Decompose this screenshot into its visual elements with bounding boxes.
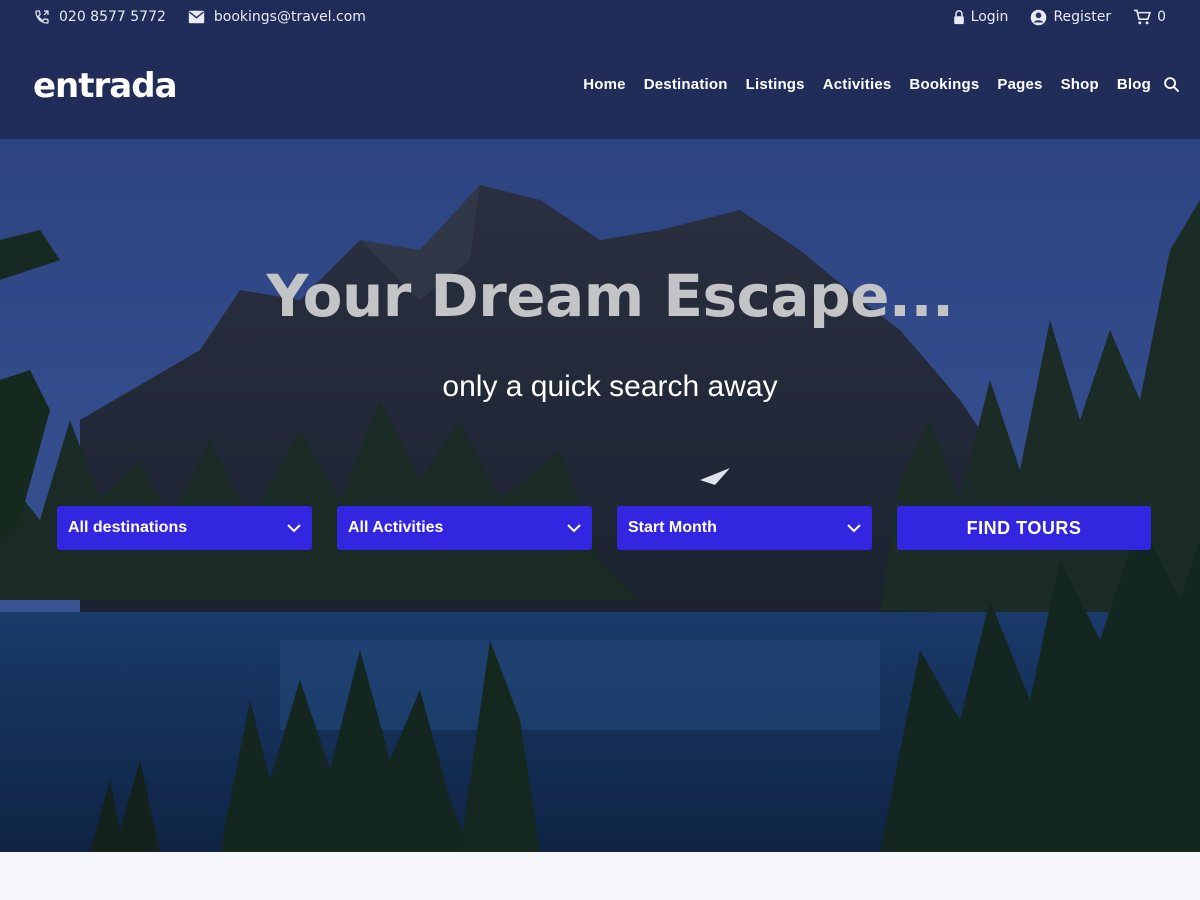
search-toggle[interactable] bbox=[1163, 76, 1180, 93]
hero-subheadline: only a quick search away bbox=[442, 370, 778, 403]
email-address: bookings@travel.com bbox=[213, 9, 366, 25]
destination-value: All destinations bbox=[68, 519, 188, 536]
month-value: Start Month bbox=[628, 519, 717, 536]
hero-section: 020 8577 5772 bookings@travel.com Login bbox=[0, 0, 1200, 852]
brand-logo[interactable]: entrada bbox=[33, 66, 178, 106]
register-link[interactable]: Register bbox=[1030, 9, 1111, 26]
destination-select[interactable]: All destinations bbox=[57, 506, 312, 550]
login-label: Login bbox=[970, 9, 1009, 25]
nav-item-listings[interactable]: Listings bbox=[746, 76, 805, 93]
chevron-down-icon bbox=[847, 523, 861, 532]
main-navigation: Home Destination Listings Activities Boo… bbox=[583, 76, 1180, 93]
hero-headline: Your Dream Escape... bbox=[266, 262, 954, 330]
search-icon bbox=[1164, 77, 1180, 93]
nav-item-activities[interactable]: Activities bbox=[823, 76, 892, 93]
page-content-start bbox=[0, 852, 1200, 900]
nav-item-blog[interactable]: Blog bbox=[1117, 76, 1151, 93]
nav-item-bookings[interactable]: Bookings bbox=[909, 76, 979, 93]
login-link[interactable]: Login bbox=[953, 9, 1009, 25]
mail-icon bbox=[188, 10, 205, 24]
tour-search-form: All destinations All Activities Start Mo… bbox=[57, 506, 1151, 550]
chevron-down-icon bbox=[567, 523, 581, 532]
cart-icon bbox=[1134, 9, 1152, 25]
phone-icon bbox=[35, 10, 49, 24]
header-navbar: 020 8577 5772 bookings@travel.com Login bbox=[0, 0, 1200, 139]
activity-value: All Activities bbox=[348, 519, 444, 536]
user-icon bbox=[1031, 9, 1047, 25]
phone-number: 020 8577 5772 bbox=[59, 9, 166, 25]
register-label: Register bbox=[1053, 9, 1112, 25]
activity-select[interactable]: All Activities bbox=[337, 506, 592, 550]
cart-count: 0 bbox=[1157, 9, 1166, 25]
lock-icon bbox=[953, 9, 964, 24]
top-bar: 020 8577 5772 bookings@travel.com Login bbox=[0, 0, 1200, 34]
month-select[interactable]: Start Month bbox=[617, 506, 872, 550]
find-tours-button[interactable]: FIND TOURS bbox=[897, 506, 1151, 550]
nav-item-shop[interactable]: Shop bbox=[1061, 76, 1099, 93]
nav-item-destination[interactable]: Destination bbox=[644, 76, 728, 93]
nav-item-pages[interactable]: Pages bbox=[997, 76, 1042, 93]
chevron-down-icon bbox=[287, 523, 301, 532]
nav-item-home[interactable]: Home bbox=[583, 76, 625, 93]
cart-link[interactable]: 0 bbox=[1133, 9, 1166, 25]
phone-contact[interactable]: 020 8577 5772 bbox=[34, 9, 166, 25]
email-contact[interactable]: bookings@travel.com bbox=[188, 9, 366, 25]
